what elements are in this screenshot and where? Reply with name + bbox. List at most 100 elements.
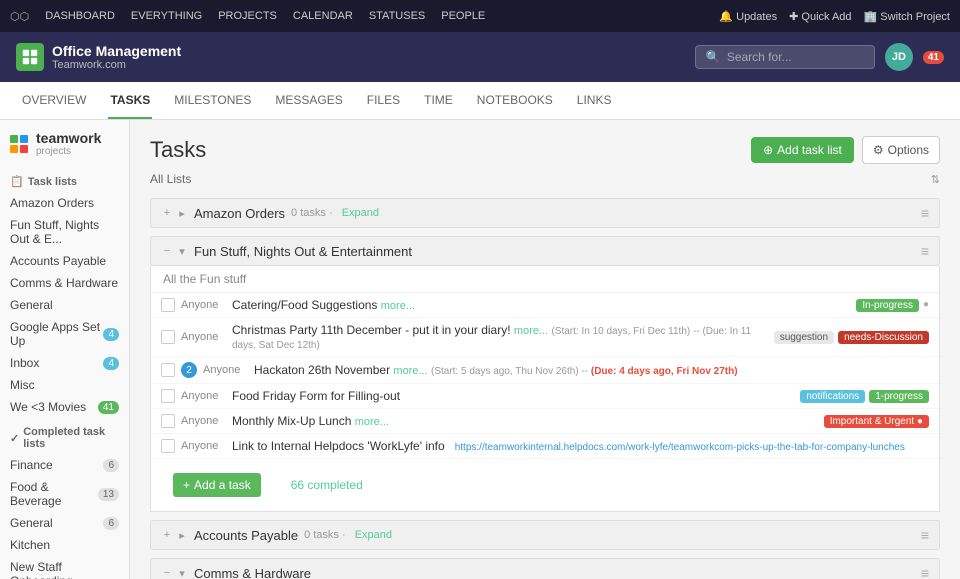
sidebar-item-movies[interactable]: We <3 Movies 41 (0, 396, 129, 418)
tab-time[interactable]: TIME (422, 82, 455, 119)
fun-sort-icon[interactable]: ≡ (921, 243, 929, 259)
food-friday-checkbox[interactable] (161, 389, 175, 403)
fun-stuff-body: All the Fun stuff Anyone Catering/Food S… (150, 266, 940, 512)
amazon-expand-link[interactable]: Expand (342, 207, 379, 219)
task-list-header-fun[interactable]: − ▾ Fun Stuff, Nights Out & Entertainmen… (150, 236, 940, 266)
amazon-sort-icon[interactable]: ≡ (921, 205, 929, 221)
avatar[interactable]: JD (885, 43, 913, 71)
amazon-controls: + ▸ (161, 207, 188, 220)
header-right: 🔍 JD 41 (695, 43, 944, 71)
top-nav: ⬡⬡ DASHBOARD EVERYTHING PROJECTS CALENDA… (0, 0, 960, 32)
nav-dashboard[interactable]: DASHBOARD (45, 10, 115, 22)
search-box[interactable]: 🔍 (695, 45, 875, 69)
sidebar-item-inbox[interactable]: Inbox 4 (0, 352, 129, 374)
helpdocs-link[interactable]: https://teamworkinternal.helpdocs.com/wo… (455, 442, 905, 453)
fun-stuff-name: Fun Stuff, Nights Out & Entertainment (194, 244, 412, 259)
add-task-list-button[interactable]: ⊕ Add task list (751, 137, 854, 163)
sidebar-item-finance[interactable]: Finance 6 (0, 454, 129, 476)
task-list-amazon-orders: + ▸ Amazon Orders 0 tasks · Expand ≡ (150, 198, 940, 228)
arrow-down-icon-fun[interactable]: ▾ (176, 245, 188, 258)
options-button[interactable]: ⚙ Options (862, 136, 940, 164)
sidebar-item-fun-stuff[interactable]: Fun Stuff, Nights Out & E... (0, 214, 129, 250)
monthly-mix-more[interactable]: more... (355, 416, 389, 428)
fun-stuff-subtitle: All the Fun stuff (151, 266, 939, 293)
fun-completed-link[interactable]: 66 completed (291, 478, 363, 492)
sub-nav: OVERVIEW TASKS MILESTONES MESSAGES FILES… (0, 82, 960, 120)
nav-people[interactable]: PEOPLE (441, 10, 485, 22)
task-list-header-left-amazon: + ▸ Amazon Orders 0 tasks · Expand (161, 206, 379, 221)
logo-box-4 (20, 145, 28, 153)
food-friday-title: Food Friday Form for Filling-out (232, 389, 794, 403)
monthly-mix-checkbox[interactable] (161, 414, 175, 428)
tab-files[interactable]: FILES (365, 82, 402, 119)
hackaton-num: 2 (181, 362, 197, 378)
tab-links[interactable]: LINKS (575, 82, 614, 119)
tab-milestones[interactable]: MILESTONES (172, 82, 253, 119)
catering-more[interactable]: more... (381, 300, 415, 312)
sidebar-item-comms-hardware[interactable]: Comms & Hardware (0, 272, 129, 294)
logo-box-2 (20, 135, 28, 143)
teamwork-tagline: projects (36, 146, 101, 157)
brand-sub: Teamwork.com (52, 59, 181, 71)
accounts-task-count: 0 tasks · Expand (304, 529, 392, 541)
sidebar-item-accounts-payable[interactable]: Accounts Payable (0, 250, 129, 272)
collapse-icon-comms[interactable]: − (161, 567, 173, 579)
nav-updates[interactable]: 🔔 Updates (719, 10, 777, 23)
task-list-header-comms[interactable]: − ▾ Comms & Hardware ≡ (150, 558, 940, 579)
hackaton-checkbox[interactable] (161, 363, 175, 377)
gear-icon: ⚙ (873, 143, 884, 157)
sidebar-item-food-bev[interactable]: Food & Beverage 13 (0, 476, 129, 512)
catering-checkbox[interactable] (161, 298, 175, 312)
nav-everything[interactable]: EVERYTHING (131, 10, 202, 22)
sidebar-item-general-completed[interactable]: General 6 (0, 512, 129, 534)
sidebar-badge-google: 4 (103, 328, 119, 341)
collapse-icon-fun[interactable]: − (161, 245, 173, 257)
catering-tags: In-progress ● (856, 299, 929, 312)
nav-calendar[interactable]: CALENDAR (293, 10, 353, 22)
task-list-fun-stuff: − ▾ Fun Stuff, Nights Out & Entertainmen… (150, 236, 940, 512)
task-list-header-amazon[interactable]: + ▸ Amazon Orders 0 tasks · Expand ≡ (150, 198, 940, 228)
sidebar-item-amazon-orders[interactable]: Amazon Orders (0, 192, 129, 214)
tab-overview[interactable]: OVERVIEW (20, 82, 88, 119)
brand-text: Office Management Teamwork.com (52, 43, 181, 71)
nav-home[interactable]: ⬡⬡ (10, 10, 29, 23)
task-list-header-accounts[interactable]: + ▸ Accounts Payable 0 tasks · Expand ≡ (150, 520, 940, 550)
filter-icon[interactable]: ⇅ (931, 173, 940, 186)
nav-statuses[interactable]: STATUSES (369, 10, 425, 22)
notification-badge[interactable]: 41 (923, 51, 944, 64)
comms-sort-icon[interactable]: ≡ (921, 565, 929, 579)
nav-switch-project[interactable]: 🏢 Switch Project (864, 10, 950, 23)
task-row-link-helpdocs: Anyone Link to Internal Helpdocs 'WorkLy… (151, 434, 939, 459)
arrow-down-icon-comms[interactable]: ▾ (176, 567, 188, 579)
expand-icon-accounts[interactable]: + (161, 529, 173, 541)
tab-messages[interactable]: MESSAGES (273, 82, 344, 119)
header: Office Management Teamwork.com 🔍 JD 41 (0, 32, 960, 82)
arrow-icon-accounts[interactable]: ▸ (176, 529, 188, 542)
christmas-checkbox[interactable] (161, 330, 175, 344)
expand-icon-amazon[interactable]: + (161, 207, 173, 219)
accounts-expand-link[interactable]: Expand (355, 529, 392, 541)
link-helpdocs-checkbox[interactable] (161, 439, 175, 453)
tag-notifications: notifications (800, 390, 865, 403)
sidebar-item-new-staff[interactable]: New Staff Onboarding (0, 556, 129, 579)
hackaton-more[interactable]: more... (393, 365, 427, 377)
sidebar-item-misc[interactable]: Misc (0, 374, 129, 396)
christmas-more[interactable]: more... (514, 325, 548, 337)
sidebar-item-google-apps[interactable]: Google Apps Set Up 4 (0, 316, 129, 352)
teamwork-name: teamwork (36, 130, 101, 146)
sidebar-logo: teamwork projects (0, 120, 129, 167)
fun-add-task-btn[interactable]: + Add a task (173, 473, 261, 497)
catering-title: Catering/Food Suggestions more... (232, 298, 850, 312)
tab-notebooks[interactable]: NOTEBOOKS (475, 82, 555, 119)
plus-icon-fun: + (183, 478, 190, 492)
sidebar-item-general[interactable]: General (0, 294, 129, 316)
arrow-icon-amazon[interactable]: ▸ (176, 207, 188, 220)
tab-tasks[interactable]: TASKS (108, 82, 152, 119)
nav-quick-add[interactable]: ✚ Quick Add (789, 10, 851, 23)
search-icon: 🔍 (706, 50, 721, 64)
task-list-header-left-comms: − ▾ Comms & Hardware (161, 566, 311, 579)
comms-controls: − ▾ (161, 567, 188, 579)
sidebar-item-kitchen[interactable]: Kitchen (0, 534, 129, 556)
search-input[interactable] (727, 50, 867, 64)
nav-projects[interactable]: PROJECTS (218, 10, 277, 22)
